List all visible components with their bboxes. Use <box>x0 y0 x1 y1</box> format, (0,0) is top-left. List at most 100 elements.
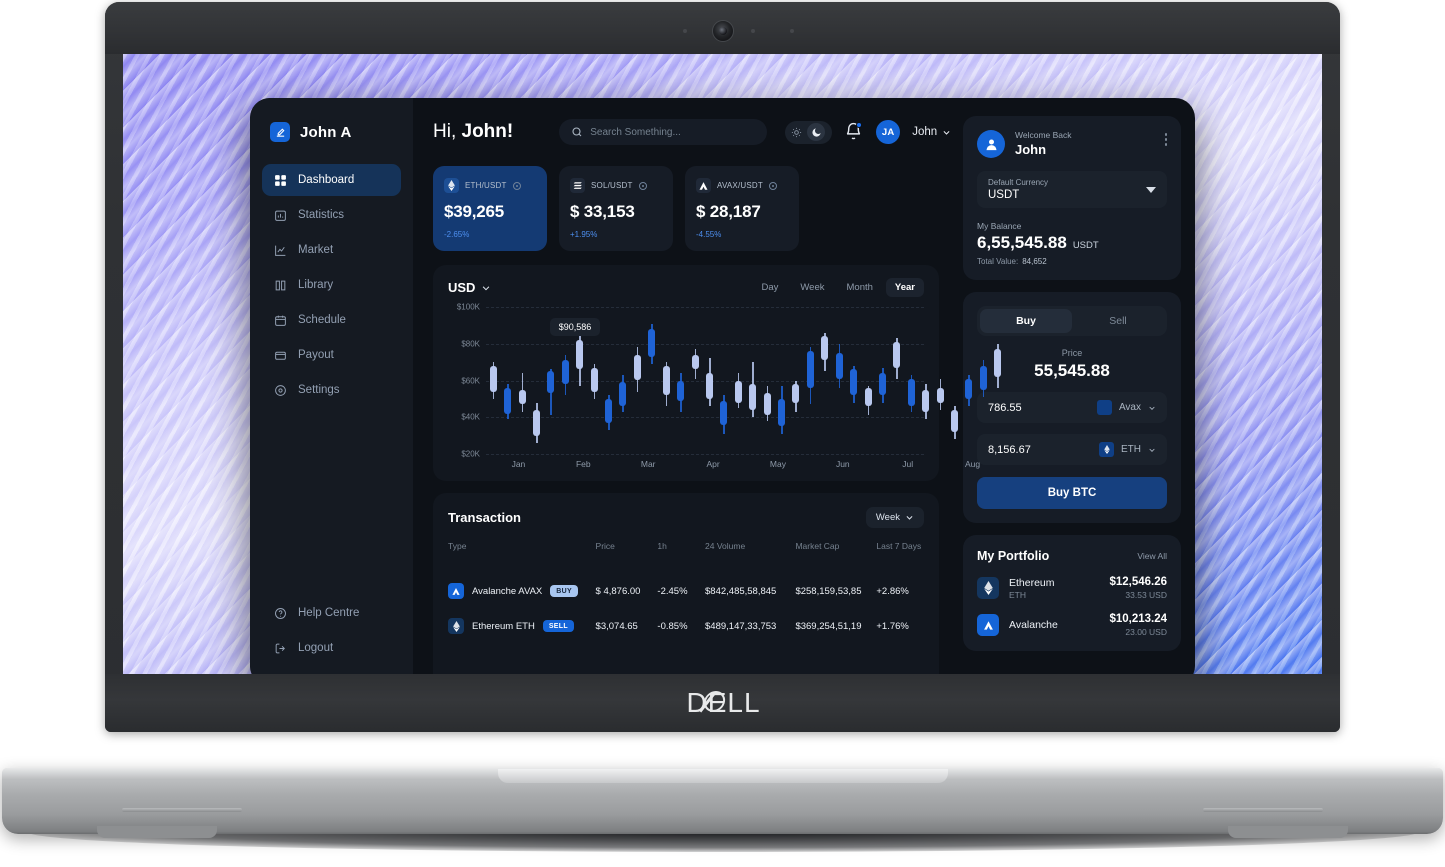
sidebar-item-label: Settings <box>298 384 340 396</box>
candle-body <box>576 340 584 370</box>
sidebar-item-label: Logout <box>298 642 334 654</box>
candle-body <box>619 382 627 407</box>
candle-body <box>749 384 757 410</box>
candle-body <box>677 380 685 401</box>
candle-body <box>605 398 613 423</box>
currency-label: Avax <box>1118 402 1141 413</box>
candle <box>532 307 540 454</box>
table-row[interactable]: Ethereum ETH SELL $3,074.65 -0.85% $489,… <box>448 609 924 644</box>
range-week[interactable]: Week <box>791 278 833 297</box>
amount-row-avax[interactable]: 786.55 Avax <box>977 392 1167 423</box>
candle <box>936 307 944 454</box>
candle <box>504 307 512 454</box>
candle <box>821 307 829 454</box>
coin-name: Ethereum ETH <box>472 620 535 632</box>
balance-amount: 6,55,545.88 USDT <box>977 233 1167 253</box>
transaction-card: Transaction Week Type Price 1h 24 Volume… <box>433 493 939 686</box>
candle-body <box>965 378 973 399</box>
candle-body <box>633 354 641 381</box>
candle <box>619 307 627 454</box>
portfolio-item-texts: Avalanche <box>1009 619 1058 632</box>
currency-selector-eth[interactable]: ETH <box>1099 442 1156 457</box>
user-menu[interactable]: John <box>912 126 951 138</box>
chevron-down-icon <box>483 285 490 290</box>
ticker-card-eth[interactable]: ETH/USDT $39,265 -2.65% <box>433 166 547 251</box>
table-header-row: Type Price 1h 24 Volume Market Cap Last … <box>448 541 924 574</box>
view-all-link[interactable]: View All <box>1137 551 1167 561</box>
candlestick-chart: $100K $80K $60K $40K $20K $90,586 <box>448 303 1002 459</box>
tab-sell[interactable]: Sell <box>1072 309 1164 333</box>
candle <box>489 307 497 454</box>
ticker-card-avax[interactable]: AVAX/USDT $ 28,187 -4.55% <box>685 166 799 251</box>
candle <box>792 307 800 454</box>
x-axis-tick: Feb <box>575 459 591 469</box>
candle-body <box>806 351 814 388</box>
sidebar-item-help-centre[interactable]: Help Centre <box>262 597 401 629</box>
sidebar-item-market[interactable]: Market <box>262 234 401 266</box>
ticker-card-sol[interactable]: SOL/USDT $ 33,153 +1.95% <box>559 166 673 251</box>
portfolio-item-name: Avalanche <box>1009 618 1058 631</box>
portfolio-item-symbol: ETH <box>1009 589 1026 600</box>
amount-row-eth[interactable]: 8,156.67 ETH <box>977 434 1167 465</box>
candle <box>605 307 613 454</box>
candle-body <box>734 380 742 403</box>
search-box[interactable] <box>559 119 768 145</box>
info-icon <box>638 181 647 190</box>
theme-toggle[interactable] <box>785 120 833 144</box>
candle <box>806 307 814 454</box>
buy-btc-button[interactable]: Buy BTC <box>977 477 1167 509</box>
candle <box>907 307 915 454</box>
notifications-button[interactable] <box>844 122 864 142</box>
candle <box>518 307 526 454</box>
table-row[interactable]: Avalanche AVAX BUY $ 4,876.00 -2.45% $84… <box>448 574 924 609</box>
col-1h: 1h <box>657 541 667 551</box>
chevron-down-icon <box>906 516 913 520</box>
candle <box>965 307 973 454</box>
avalanche-icon <box>1096 400 1112 415</box>
candle-body <box>792 384 800 403</box>
sidebar-item-dashboard[interactable]: Dashboard <box>262 164 401 196</box>
range-month[interactable]: Month <box>838 278 882 297</box>
portfolio-item-usd: 23.00 USD <box>1125 627 1167 637</box>
range-year[interactable]: Year <box>885 278 924 297</box>
currency-selector-avax[interactable]: Avax <box>1096 400 1156 415</box>
sidebar-item-settings[interactable]: Settings <box>262 374 401 406</box>
portfolio-item-values: $10,213.24 23.00 USD <box>1109 613 1167 637</box>
sidebar-item-schedule[interactable]: Schedule <box>262 304 401 336</box>
laptop-vent-left <box>122 808 242 812</box>
cell-1h: -2.45% <box>657 585 688 597</box>
sidebar-item-statistics[interactable]: Statistics <box>262 199 401 231</box>
cell-last-7-days: +2.86% <box>876 585 909 597</box>
dell-logo: DELL <box>684 687 760 719</box>
currency-selector[interactable]: USD <box>448 280 491 295</box>
topbar-actions: JA John <box>785 120 951 144</box>
sidebar-nav: Dashboard Statistics Market Library Sche… <box>250 164 413 406</box>
sidebar-item-label: Help Centre <box>298 607 360 619</box>
ethereum-icon <box>444 178 459 193</box>
range-selector: Day Week Month Year <box>752 278 924 297</box>
laptop-chin: DELL <box>105 674 1340 732</box>
gridline <box>486 454 924 455</box>
sidebar-item-payout[interactable]: Payout <box>262 339 401 371</box>
amount-input-avax[interactable]: 786.55 <box>988 402 1022 414</box>
default-currency-select[interactable]: Default Currency USDT <box>977 171 1167 208</box>
welcome-texts: Welcome Back John <box>1015 130 1072 157</box>
ticker-cards: ETH/USDT $39,265 -2.65% SOL/USDT $ 33,15… <box>433 166 957 251</box>
sidebar-item-library[interactable]: Library <box>262 269 401 301</box>
list-item[interactable]: Ethereum ETH $12,546.26 33.53 USD <box>977 576 1167 600</box>
transaction-table: Type Price 1h 24 Volume Market Cap Last … <box>448 541 924 643</box>
candle <box>994 307 1002 454</box>
more-options-icon[interactable] <box>1164 130 1167 146</box>
search-input[interactable] <box>590 126 756 138</box>
coin-name: Avalanche AVAX <box>472 585 543 597</box>
sidebar-item-logout[interactable]: Logout <box>262 632 401 664</box>
cell-market-cap: $369,254,51,19 <box>795 620 862 632</box>
webcam-icon <box>711 20 734 42</box>
list-item[interactable]: Avalanche $10,213.24 23.00 USD <box>977 613 1167 637</box>
candle-body <box>778 398 786 427</box>
candle <box>864 307 872 454</box>
greeting-name: John! <box>461 121 514 142</box>
avatar[interactable]: JA <box>876 120 901 144</box>
transaction-period-selector[interactable]: Week <box>865 507 924 528</box>
range-day[interactable]: Day <box>752 278 787 297</box>
